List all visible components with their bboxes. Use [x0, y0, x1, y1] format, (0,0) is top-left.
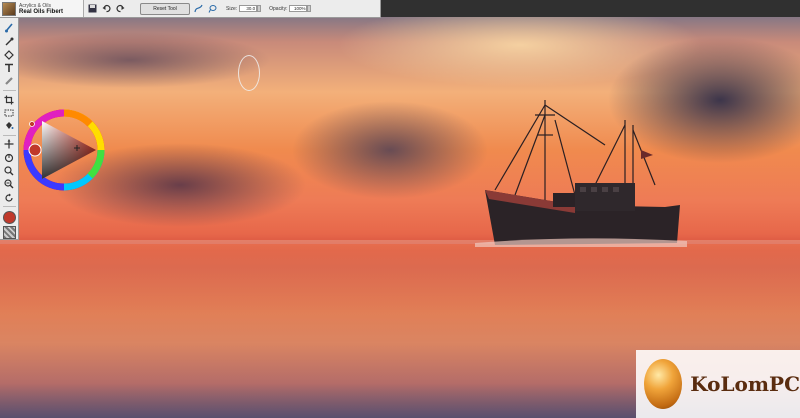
zoom-in-icon [4, 166, 14, 176]
fill-tool[interactable] [3, 49, 16, 62]
property-bar: Acrylics & Oils Real Oils Fibert Reset T… [0, 0, 381, 18]
brush-selector[interactable]: Acrylics & Oils Real Oils Fibert [0, 0, 84, 17]
eraser-icon [5, 77, 13, 86]
fishing-boat-silhouette [475, 100, 687, 247]
size-stepper[interactable] [257, 5, 262, 12]
lasso-icon [208, 5, 217, 13]
zoom-in-tool[interactable] [3, 165, 16, 178]
redo-icon [116, 4, 125, 13]
opacity-stepper[interactable] [307, 5, 312, 12]
save-button[interactable] [87, 3, 98, 14]
select-rect-tool[interactable] [3, 107, 16, 120]
brush-tool[interactable] [3, 22, 16, 35]
watermark-logo: KoLomPC [636, 350, 800, 418]
hand-icon [4, 153, 14, 162]
lasso-button[interactable] [207, 3, 218, 14]
toolbox-divider [2, 90, 16, 92]
watermark-text: KoLomPC [690, 372, 800, 396]
top-dark-strip [381, 0, 800, 17]
brush-name-label: Real Oils Fibert [19, 8, 64, 15]
texture-swatch[interactable] [2, 226, 16, 239]
hand-tool[interactable] [3, 151, 16, 164]
move-tool[interactable] [3, 138, 16, 151]
opacity-input[interactable]: 100% [289, 5, 308, 12]
paint-bucket-tool[interactable] [3, 120, 16, 133]
crop-icon [4, 95, 14, 105]
save-icon [88, 4, 97, 13]
text-tool[interactable] [3, 62, 16, 75]
toolbox-divider [2, 135, 16, 137]
toolbox [0, 18, 19, 240]
opacity-label: Opacity: [269, 5, 288, 12]
toolbox-divider [2, 206, 16, 208]
brush-cursor-outline [238, 55, 260, 91]
transform-icon [194, 4, 203, 13]
dropper-tool[interactable] [3, 35, 16, 48]
current-color-swatch[interactable] [2, 211, 16, 225]
size-input[interactable]: 30.0 [239, 5, 258, 12]
transform-button[interactable] [193, 3, 204, 14]
rotate-icon [5, 193, 13, 202]
undo-icon [102, 4, 111, 13]
move-icon [4, 139, 14, 149]
eraser-tool[interactable] [3, 75, 16, 88]
undo-button[interactable] [101, 3, 112, 14]
fill-icon [4, 50, 14, 60]
zoom-out-tool[interactable] [3, 178, 16, 191]
zoom-out-icon [4, 179, 14, 189]
color-wheel-picker[interactable] [22, 108, 106, 192]
orb-logo-icon [644, 359, 683, 409]
rotate-tool[interactable] [3, 191, 16, 204]
paint-bucket-icon [6, 122, 14, 130]
size-label: Size: [226, 5, 238, 12]
redo-button[interactable] [115, 3, 126, 14]
dropper-icon [5, 37, 14, 46]
select-rect-icon [4, 109, 14, 117]
brush-icon [5, 23, 13, 33]
reset-tool-button[interactable]: Reset Tool [140, 2, 190, 15]
text-icon [5, 63, 13, 73]
crop-tool[interactable] [3, 93, 16, 106]
brush-thumbnail [2, 1, 16, 16]
